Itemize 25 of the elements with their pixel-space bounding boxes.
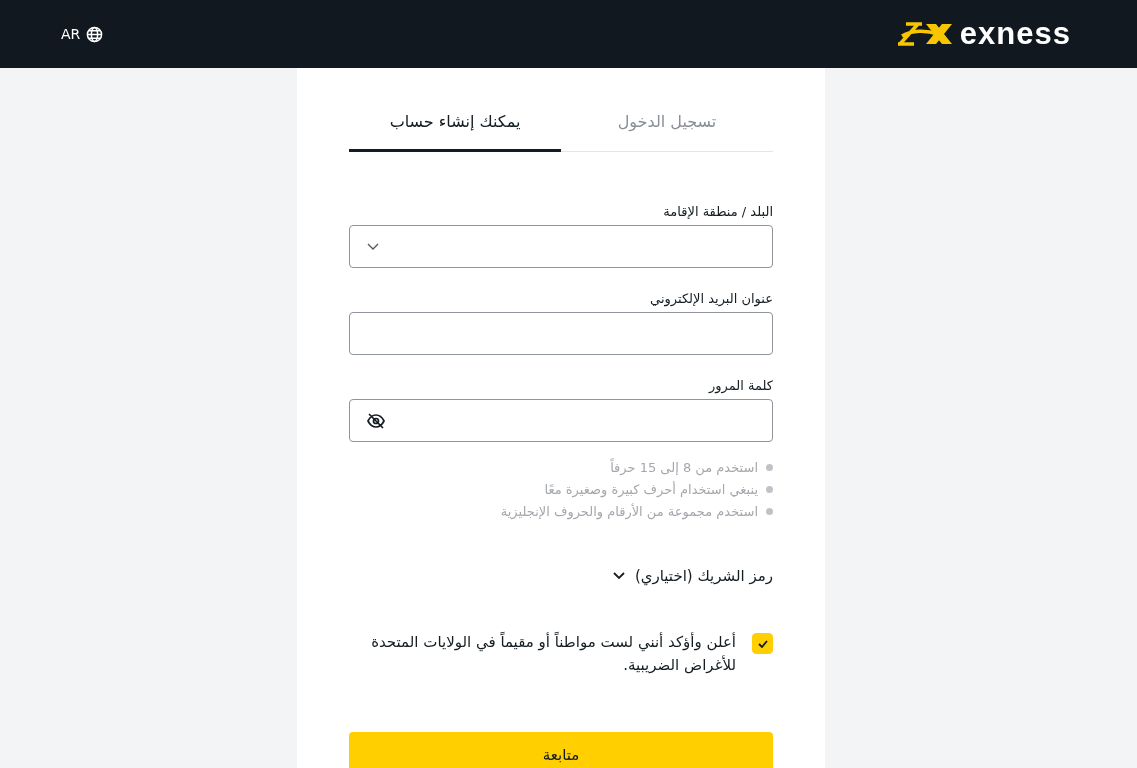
password-field[interactable]	[349, 399, 773, 442]
field-label: عنوان البريد الإلكتروني	[649, 291, 773, 306]
field-label: البلد / منطقة الإقامة	[662, 204, 773, 219]
country-select[interactable]	[349, 225, 773, 268]
tab[interactable]: يمكنك إنشاء حساب	[349, 108, 561, 152]
bullet-icon	[766, 463, 773, 471]
email-field[interactable]	[349, 312, 773, 355]
logo-text[interactable]: exness	[959, 16, 1071, 52]
password-hint: استخدم من 8 إلى 15 حرفاً	[610, 459, 758, 475]
bullet-icon	[766, 507, 773, 515]
bullet-icon	[766, 485, 773, 493]
chevron-down-icon	[612, 572, 625, 580]
logo-icon	[895, 22, 954, 46]
checkbox[interactable]	[752, 633, 773, 654]
chevron-down-icon	[367, 242, 379, 251]
field-label: كلمة المرور	[707, 378, 773, 393]
password-hint: استخدم مجموعة من الأرقام والحروف الإنجليزية	[500, 503, 758, 519]
partner-code-toggle[interactable]: رمز الشريك (اختياري)	[612, 567, 773, 585]
password-hint: ينبغي استخدام أحرف كبيرة وصغيرة معًا	[544, 481, 758, 497]
continue-button[interactable]: متابعة	[349, 732, 773, 768]
globe-icon[interactable]	[86, 25, 104, 43]
language-button[interactable]: AR	[61, 26, 81, 42]
check-icon	[757, 639, 768, 648]
eye-slash-icon[interactable]	[367, 412, 385, 429]
declaration-text: أعلن وأؤكد أنني لست مواطناً أو مقيماً في الولايات المتحدة للأغراض الضريبية.	[370, 631, 736, 676]
